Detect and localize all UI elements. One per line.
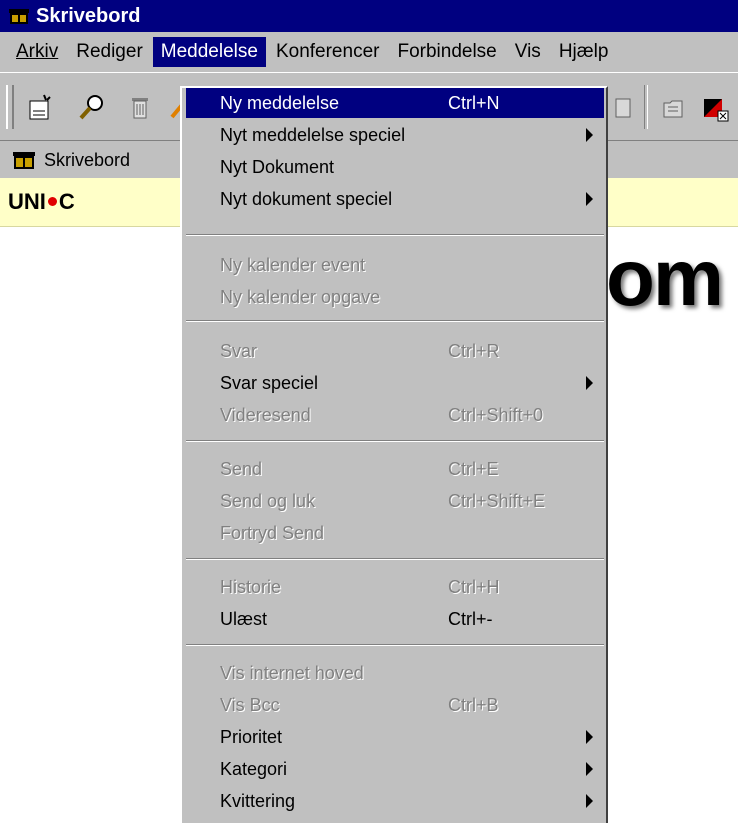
desktop-app-icon (8, 7, 30, 25)
window-title: Skrivebord (36, 4, 141, 27)
search-icon[interactable] (76, 91, 108, 123)
delete-icon[interactable] (124, 91, 156, 123)
submenu-arrow-icon (586, 762, 593, 776)
submenu-arrow-icon (586, 128, 593, 142)
title-bar: Skrivebord (0, 0, 738, 32)
toolbar-grip[interactable] (6, 85, 14, 129)
menu-item-svar-speciel[interactable]: Svar speciel (186, 368, 604, 398)
menu-item-kategori[interactable]: Kategori (186, 754, 604, 784)
menu-item-vis-bcc: Vis Bcc Ctrl+B (220, 694, 499, 715)
submenu-arrow-icon (586, 794, 593, 808)
document-icon[interactable] (608, 91, 640, 123)
brand-logo: UNI C (8, 189, 75, 214)
menu-item-ny-kalender-event: Ny kalender event (220, 254, 366, 275)
menu-item-ny-kalender-opgave: Ny kalender opgave (220, 286, 381, 307)
submenu-arrow-icon (586, 730, 593, 744)
menu-forbindelse[interactable]: Forbindelse (389, 37, 504, 67)
location-label: Skrivebord (44, 149, 131, 170)
submenu-arrow-icon (586, 192, 593, 206)
menu-item-send-og-luk: Send og luk Ctrl+Shift+E (220, 490, 546, 511)
menu-item-nyt-meddelelse-speciel[interactable]: Nyt meddelelse speciel (186, 120, 604, 150)
red-black-icon[interactable] (700, 91, 732, 123)
menu-item-historie: Historie Ctrl+H (220, 576, 500, 597)
menu-item-nyt-dokument-speciel[interactable]: Nyt dokument speciel (186, 184, 604, 214)
menu-item-nyt-dokument[interactable]: Nyt Dokument (186, 152, 604, 182)
menu-meddelelse[interactable]: Meddelelse (152, 37, 266, 67)
menu-konferencer[interactable]: Konferencer (268, 37, 388, 67)
menu-separator (186, 440, 604, 442)
brand-dot (47, 197, 57, 207)
menu-vis[interactable]: Vis (507, 37, 549, 67)
menu-item-kvittering[interactable]: Kvittering (186, 786, 604, 816)
menu-separator (186, 644, 604, 646)
toolbar-separator (644, 85, 648, 129)
submenu-arrow-icon (586, 376, 593, 390)
menu-item-svar: Svar Ctrl+R (220, 340, 500, 361)
menu-item-prioritet[interactable]: Prioritet (186, 722, 604, 752)
meddelelse-dropdown: Ny meddelelse Ctrl+N Nyt meddelelse spec… (180, 86, 608, 823)
menu-separator (186, 234, 604, 236)
background-heading: om (606, 233, 724, 322)
menu-separator (186, 320, 604, 322)
menu-separator (186, 558, 604, 560)
menu-item-videresend: Videresend Ctrl+Shift+0 (220, 404, 544, 425)
menu-item-fortryd-send: Fortryd Send (220, 522, 325, 543)
menu-rediger[interactable]: Rediger (68, 37, 151, 67)
menu-item-ny-meddelelse[interactable]: Ny meddelelse Ctrl+N (186, 88, 604, 118)
new-document-icon[interactable] (24, 91, 56, 123)
menu-bar: Arkiv Rediger Meddelelse Konferencer For… (0, 32, 738, 72)
menu-item-vis-internet-hoved: Vis internet hoved (220, 662, 364, 683)
desktop-icon (12, 150, 36, 170)
menu-item-send: Send Ctrl+E (220, 458, 499, 479)
menu-hjaelp[interactable]: Hjælp (551, 37, 617, 67)
folder-icon[interactable] (658, 91, 690, 123)
menu-item-ulaest[interactable]: Ulæst Ctrl+- (186, 604, 604, 634)
menu-arkiv[interactable]: Arkiv (8, 37, 66, 67)
